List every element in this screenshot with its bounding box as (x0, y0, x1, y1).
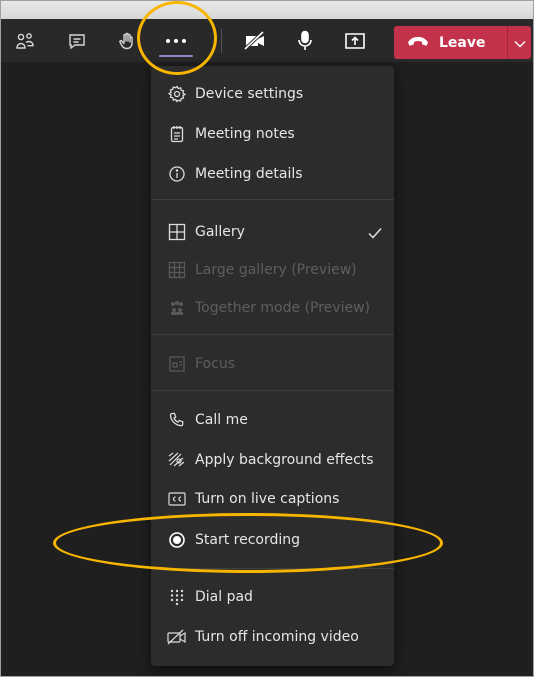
checkmark-icon (368, 224, 382, 243)
chevron-down-icon (514, 33, 526, 52)
camera-off-icon[interactable] (241, 19, 269, 62)
menu-item-label: Large gallery (Preview) (195, 262, 357, 278)
info-icon (167, 164, 187, 184)
together-mode-icon (167, 298, 187, 318)
menu-item-label: Meeting details (195, 166, 303, 182)
menu-item-label: Turn on live captions (195, 491, 340, 507)
chat-icon[interactable] (63, 19, 91, 62)
menu-item-start-recording[interactable]: Start recording (151, 521, 394, 559)
menu-item-large-gallery: Large gallery (Preview) (151, 251, 394, 289)
menu-item-live-captions[interactable]: Turn on live captions (151, 480, 394, 518)
menu-divider (151, 334, 394, 335)
menu-item-call-me[interactable]: Call me (151, 401, 394, 439)
toolbar-separator (221, 29, 222, 53)
closed-captions-icon (167, 489, 187, 509)
menu-divider (151, 568, 394, 569)
leave-button[interactable]: Leave (394, 26, 507, 59)
dial-pad-icon (167, 587, 187, 607)
menu-divider (151, 390, 394, 391)
menu-item-meeting-details[interactable]: Meeting details (151, 155, 394, 193)
menu-item-background-effects[interactable]: Apply background effects (151, 441, 394, 479)
menu-item-incoming-video[interactable]: Turn off incoming video (151, 618, 394, 656)
menu-item-label: Device settings (195, 86, 304, 102)
menu-item-label: Meeting notes (195, 126, 295, 142)
leave-button-group: Leave (394, 26, 531, 59)
more-options-active-indicator (159, 55, 193, 57)
menu-item-gallery[interactable]: Gallery (151, 213, 394, 251)
gear-icon (167, 84, 187, 104)
focus-icon (167, 354, 187, 374)
menu-item-label: Turn off incoming video (195, 629, 359, 645)
gallery-grid-icon (167, 222, 187, 242)
leave-options-dropdown[interactable] (508, 33, 531, 52)
more-options-menu: Device settings Meeting notes Meeting de… (151, 66, 394, 666)
menu-item-label: Call me (195, 412, 248, 428)
phone-icon (167, 410, 187, 430)
raise-hand-icon[interactable] (113, 19, 141, 62)
video-off-icon (167, 627, 187, 647)
leave-button-label: Leave (439, 34, 486, 51)
menu-item-device-settings[interactable]: Device settings (151, 75, 394, 113)
menu-divider (151, 199, 394, 200)
teams-meeting-window: Leave Device settings Meeting notes Meet… (0, 0, 534, 677)
people-icon[interactable] (11, 19, 39, 62)
share-tray-icon[interactable] (341, 19, 369, 62)
background-effects-icon (167, 450, 187, 470)
menu-item-label: Apply background effects (195, 452, 374, 468)
menu-item-meeting-notes[interactable]: Meeting notes (151, 115, 394, 153)
meeting-toolbar: Leave (1, 19, 533, 62)
menu-item-label: Start recording (195, 532, 301, 548)
menu-item-label: Together mode (Preview) (195, 300, 370, 316)
menu-item-label: Dial pad (195, 589, 253, 605)
large-gallery-icon (167, 260, 187, 280)
menu-item-together-mode: Together mode (Preview) (151, 289, 394, 327)
microphone-icon[interactable] (291, 19, 319, 62)
menu-item-dial-pad[interactable]: Dial pad (151, 578, 394, 616)
window-top-strip (1, 1, 533, 19)
notes-icon (167, 124, 187, 144)
menu-item-focus: Focus (151, 345, 394, 383)
record-icon (167, 530, 187, 550)
menu-item-label: Gallery (195, 224, 245, 240)
menu-item-label: Focus (195, 356, 235, 372)
phone-hangup-icon (407, 33, 429, 52)
